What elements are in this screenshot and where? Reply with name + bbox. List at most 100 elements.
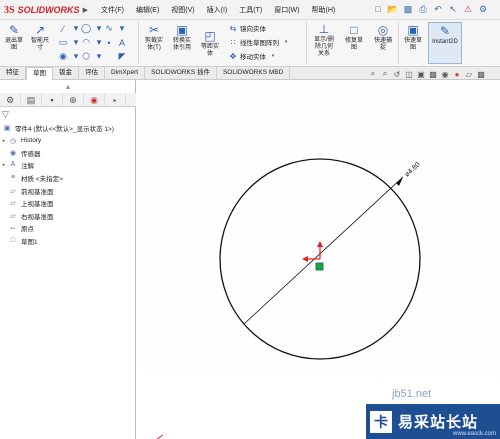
solidworks-logo[interactable]: 3S SOLIDWORKS ▶: [4, 3, 88, 17]
dimension-leader-line[interactable]: [243, 176, 404, 325]
offset-entities-button[interactable]: ◰ 等距实 体: [197, 28, 223, 58]
fillet-icon[interactable]: ◤: [116, 51, 128, 62]
hide-show-icon[interactable]: ◉: [440, 69, 450, 79]
tree-item-front-plane[interactable]: ▱ 前视基准面: [0, 185, 53, 196]
origin-icon: ⌙: [10, 224, 16, 232]
display-manager-tab-icon[interactable]: ◉: [84, 93, 105, 107]
text-icon[interactable]: A: [116, 37, 128, 48]
smart-dimension-icon: ↗: [34, 23, 46, 37]
view-settings-icon[interactable]: ▩: [476, 69, 486, 79]
section-view-icon[interactable]: ◫: [404, 69, 414, 79]
arc-icon[interactable]: ◠: [80, 37, 92, 48]
quick-snaps-button[interactable]: ◎ 快速捕 捉: [370, 22, 396, 52]
feature-manager-tab-icon[interactable]: ⚙: [0, 93, 21, 107]
convert-icon: ▣: [176, 23, 188, 37]
display-style-icon[interactable]: ▩: [428, 69, 438, 79]
polygon-icon[interactable]: ⬡: [80, 51, 92, 62]
tab-sheet-metal[interactable]: 钣金: [53, 67, 79, 80]
smart-dimension-button[interactable]: ↗ 智能尺 寸: [28, 22, 52, 52]
history-icon: ◷: [9, 137, 17, 145]
tab-addins[interactable]: SOLIDWORKS 插件: [145, 67, 217, 80]
rapid-sketch-button[interactable]: ▣ 快速草 图: [400, 22, 426, 52]
tree-item-origin[interactable]: ⌙ 原点: [0, 222, 34, 233]
mirror-entities-button[interactable]: ⇆ 镜向实体: [228, 23, 266, 34]
menu-view[interactable]: 视图(V): [166, 4, 199, 16]
print-icon[interactable]: ⎙: [417, 2, 429, 16]
previous-view-icon[interactable]: ↺: [392, 69, 402, 79]
logo-arrow-icon[interactable]: ▶: [83, 6, 88, 14]
menu-edit[interactable]: 编辑(E): [131, 4, 164, 16]
tree-item-annotations[interactable]: ▸ A 注解: [0, 159, 34, 170]
property-manager-tab-icon[interactable]: ▤: [21, 93, 42, 107]
save-icon[interactable]: ▩: [402, 2, 414, 16]
scene-icon[interactable]: ▱: [464, 69, 474, 79]
more-tabs-icon[interactable]: ▸: [105, 93, 126, 107]
rectangle-icon[interactable]: ▭: [57, 37, 69, 48]
zoom-to-fit-icon[interactable]: ⌕: [368, 69, 378, 79]
filter-icon[interactable]: ▽: [2, 109, 9, 120]
exit-sketch-icon: ✎: [8, 23, 20, 37]
trim-entities-button[interactable]: ✂ 剪裁实 体(T): [141, 22, 167, 52]
open-icon[interactable]: 📂: [387, 2, 399, 16]
dimxpert-manager-tab-icon[interactable]: ⊕: [63, 93, 84, 107]
tree-item-material[interactable]: ≡ 材质 <未指定>: [0, 172, 63, 183]
expand-icon[interactable]: ▸: [0, 138, 8, 144]
linear-pattern-button[interactable]: ∷ 线性草图阵列 ▾: [228, 37, 291, 48]
slot-icon[interactable]: ◉: [57, 51, 69, 62]
dropdown-icon[interactable]: ▾: [281, 39, 291, 45]
view-orientation-icon[interactable]: ▣: [416, 69, 426, 79]
expand-icon[interactable]: ▸: [0, 162, 8, 168]
panel-collapse-icon[interactable]: ▴: [66, 82, 70, 91]
appearance-icon[interactable]: ●: [452, 69, 462, 79]
tree-item-top-plane[interactable]: ▱ 上视基准面: [0, 197, 54, 208]
tree-part-node[interactable]: ▣ 零件4 (默认<<默认>_显示状态 1>): [2, 122, 114, 133]
tab-mbd[interactable]: SOLIDWORKS MBD: [217, 67, 291, 80]
ribbon-separator: [138, 22, 139, 64]
undo-icon[interactable]: ↶: [432, 2, 444, 16]
repair-sketch-button[interactable]: □ 修复草 图: [341, 22, 367, 52]
graphics-area[interactable]: ⌀4.80: [137, 80, 500, 439]
trim-label: 剪裁实 体(T): [144, 38, 163, 51]
display-delete-relations-button[interactable]: ⊥ 显示/删 除几何 关系: [309, 21, 339, 58]
tree-item-sensors[interactable]: ◉ 传感器: [0, 147, 41, 158]
menu-insert[interactable]: 插入(I): [202, 4, 233, 16]
spline-icon[interactable]: ∿: [103, 23, 115, 34]
ghost-watermark-text: jb51.net: [392, 388, 432, 400]
smart-dimension-label: 智能尺 寸: [30, 38, 49, 51]
line-icon[interactable]: ∕: [57, 23, 69, 34]
dropdown-icon[interactable]: ▾: [93, 51, 105, 62]
new-icon[interactable]: □: [372, 2, 384, 16]
point-icon[interactable]: ·: [103, 37, 115, 48]
center-point[interactable]: [315, 262, 324, 271]
zoom-area-icon[interactable]: ⌕: [380, 69, 390, 79]
origin-y-arrow-icon: [317, 241, 323, 247]
menu-window[interactable]: 窗口(W): [269, 4, 304, 16]
tree-item-history[interactable]: ▸ ◷ History: [0, 135, 42, 146]
options-icon[interactable]: ⚙: [477, 2, 489, 16]
select-icon[interactable]: ↖: [447, 2, 459, 16]
tree-item-right-plane[interactable]: ▱ 右视基准面: [0, 210, 53, 221]
dropdown-icon[interactable]: ▾: [268, 53, 278, 59]
tree-item-label: 上视基准面: [21, 200, 54, 208]
circle-icon[interactable]: ◯: [80, 23, 92, 34]
menu-file[interactable]: 文件(F): [96, 4, 129, 16]
exit-sketch-button[interactable]: ✎ 退出草 图: [2, 22, 26, 52]
tab-evaluate[interactable]: 评估: [79, 67, 105, 80]
instant2d-button[interactable]: ✎ Instant2D: [428, 22, 462, 64]
plane-icon: ▱: [10, 187, 16, 195]
menu-help[interactable]: 帮助(H): [306, 4, 340, 16]
dropdown-icon[interactable]: ▾: [116, 23, 128, 34]
watermark-url: www.easck.com: [452, 431, 496, 437]
rebuild-icon[interactable]: ⚠: [462, 2, 474, 16]
plane-icon: ▱: [10, 212, 16, 220]
tab-dimxpert[interactable]: DimXpert: [105, 67, 146, 80]
move-entities-button[interactable]: ✥ 移动实体 ▾: [228, 51, 278, 62]
tree-item-sketch1[interactable]: □ 草图1: [0, 235, 38, 246]
menu-tools[interactable]: 工具(T): [234, 4, 267, 16]
tab-sketch[interactable]: 草图: [26, 67, 53, 80]
convert-entities-button[interactable]: ▣ 转换实 体引用: [169, 22, 195, 52]
logo-prefix: 3S: [4, 4, 15, 16]
configuration-manager-tab-icon[interactable]: ▪: [42, 93, 63, 107]
tab-features[interactable]: 特征: [0, 67, 26, 80]
diameter-dimension-text[interactable]: ⌀4.80: [404, 161, 422, 178]
